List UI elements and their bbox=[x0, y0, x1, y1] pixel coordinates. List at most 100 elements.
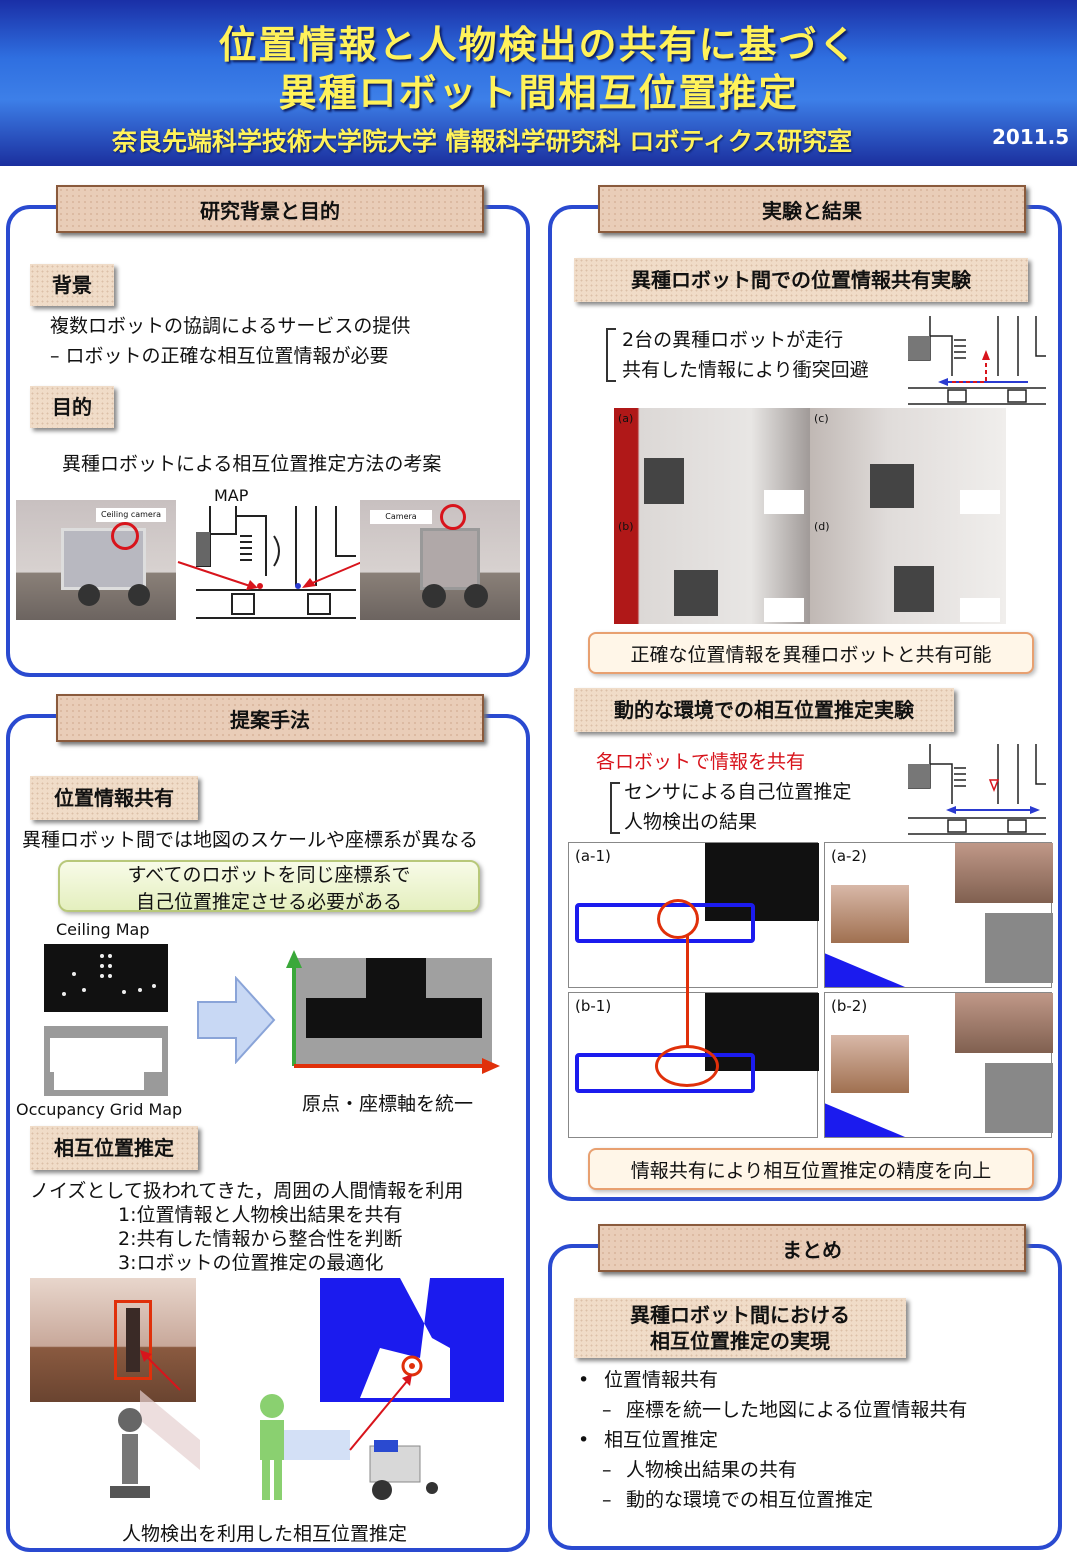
summary-sub: 異種ロボット間における 相互位置推定の実現 bbox=[574, 1298, 906, 1358]
exp1-line-1: 2台の異種ロボットが走行 bbox=[622, 329, 844, 351]
robot bbox=[644, 458, 684, 504]
exp1-label: 異種ロボット間での位置情報共有実験 bbox=[574, 258, 1028, 302]
method-header: 提案手法 bbox=[56, 694, 484, 742]
exp2-mini-map bbox=[908, 744, 1046, 835]
highlight-circle bbox=[657, 899, 699, 939]
frame-c: (c) bbox=[810, 408, 1006, 516]
panel-a2: (a-2) bbox=[824, 842, 1053, 988]
panel-b1: (b-1) bbox=[568, 992, 819, 1138]
exp2-line-1: センサによる自己位置推定 bbox=[624, 781, 852, 803]
camera-highlight-circle bbox=[111, 522, 139, 550]
axis-arrows bbox=[286, 950, 500, 1074]
figure-caption: 人物検出を利用した相互位置推定 bbox=[122, 1523, 408, 1545]
title-line-1: 位置情報と人物検出の共有に基づく bbox=[218, 23, 859, 67]
map-arrows bbox=[177, 561, 363, 590]
camera-highlight-circle bbox=[440, 504, 466, 530]
share-text: 異種ロボット間では地図のスケールや座標系が異なる bbox=[22, 829, 479, 851]
ceiling-camera-tag: Ceiling camera bbox=[96, 508, 166, 522]
panel-a1: (a-1) bbox=[568, 842, 819, 988]
summary-item-1: 位置情報共有 bbox=[604, 1369, 719, 1391]
frame-b: (b) bbox=[614, 516, 810, 624]
ceiling-camera-robot-photo: Ceiling camera bbox=[16, 500, 176, 620]
bg-line-2: – ロボットの正確な相互位置情報が必要 bbox=[50, 345, 389, 367]
robot bbox=[674, 570, 718, 616]
exp1-mini-map bbox=[908, 316, 1046, 405]
experiment-header: 実験と結果 bbox=[598, 185, 1026, 233]
frame-a-label: (a) bbox=[618, 412, 634, 425]
mini-map-inset bbox=[764, 598, 804, 622]
a2-label: (a-2) bbox=[831, 847, 867, 865]
robot-wheel bbox=[464, 584, 488, 608]
robot bbox=[870, 464, 914, 508]
note-line-2: 自己位置推定させる必要がある bbox=[135, 890, 402, 913]
ceiling-map-dots bbox=[62, 954, 156, 996]
mini-map-inset bbox=[960, 490, 1000, 514]
title-line-2: 異種ロボット間相互位置推定 bbox=[278, 71, 799, 115]
robot-wheel bbox=[78, 584, 100, 606]
occupancy-map-label: Occupancy Grid Map bbox=[16, 1100, 183, 1119]
robot-body bbox=[420, 528, 480, 590]
coordinate-note-box: すべてのロボットを同じ座標系で 自己位置推定させる必要がある bbox=[58, 860, 480, 913]
b1-label: (b-1) bbox=[575, 997, 612, 1015]
robot-wheel bbox=[422, 584, 446, 608]
exp2-line-2: 人物検出の結果 bbox=[624, 811, 758, 833]
ceiling-map-image bbox=[44, 944, 168, 1012]
camera-inset bbox=[831, 885, 909, 943]
bracket bbox=[610, 782, 620, 834]
summary-dash: – bbox=[602, 1399, 612, 1421]
bg-line-1: 複数ロボットの協調によるサービスの提供 bbox=[50, 315, 411, 337]
frame-b-label: (b) bbox=[618, 520, 634, 533]
exp1-result: 正確な位置情報を異種ロボットと共有可能 bbox=[588, 632, 1034, 674]
exp2-red-text: 各ロボットで情報を共有 bbox=[596, 751, 806, 773]
exp2-result: 情報共有により相互位置推定の精度を向上 bbox=[588, 1148, 1034, 1190]
mutual-label: 相互位置推定 bbox=[30, 1126, 198, 1170]
unify-caption: 原点・座標軸を統一 bbox=[302, 1093, 474, 1115]
map-region bbox=[985, 913, 1053, 983]
summary-bullet-2: • bbox=[578, 1429, 590, 1451]
summary-dash: – bbox=[602, 1459, 612, 1481]
exp1-line-2: 共有した情報により衝突回避 bbox=[622, 359, 869, 381]
transform-arrow-icon bbox=[197, 976, 276, 1064]
note-line-1: すべてのロボットを同じ座標系で bbox=[127, 864, 411, 886]
b2-label: (b-2) bbox=[831, 997, 868, 1015]
share-label: 位置情報共有 bbox=[30, 776, 198, 820]
summary-item-2-sub-2: 動的な環境での相互位置推定 bbox=[626, 1489, 874, 1511]
bracket bbox=[606, 328, 616, 382]
panel-b2: (b-2) bbox=[824, 992, 1053, 1138]
summary-item-1-sub: 座標を統一した地図による位置情報共有 bbox=[626, 1399, 968, 1421]
summary-header: まとめ bbox=[598, 1224, 1026, 1272]
connector-line bbox=[686, 936, 689, 1046]
map-region bbox=[985, 1063, 1053, 1133]
camera-inset bbox=[955, 843, 1053, 903]
summary-bullet-1: • bbox=[578, 1369, 590, 1391]
robot bbox=[894, 566, 934, 612]
frame-a: (a) bbox=[614, 408, 810, 516]
occupancy-map-image bbox=[44, 1026, 168, 1096]
highlight-circle bbox=[655, 1045, 719, 1087]
purpose-text: 異種ロボットによる相互位置推定方法の考案 bbox=[62, 453, 442, 475]
robot-wheel bbox=[128, 584, 150, 606]
affiliation: 奈良先端科学技術大学院大学 情報科学研究科 ロボティクス研究室 bbox=[112, 127, 853, 156]
ceiling-map-label: Ceiling Map bbox=[56, 920, 150, 939]
summary-dash: – bbox=[602, 1489, 612, 1511]
map-label: MAP bbox=[214, 486, 249, 505]
summary-sub-line-1: 異種ロボット間における bbox=[630, 1303, 850, 1327]
mini-map-inset bbox=[764, 490, 804, 514]
bg-label: 背景 bbox=[30, 264, 114, 306]
occupancy-free-space bbox=[54, 1066, 144, 1090]
frame-c-label: (c) bbox=[814, 412, 829, 425]
summary-sub-line-2: 相互位置推定の実現 bbox=[650, 1329, 830, 1353]
frame-d: (d) bbox=[810, 516, 1006, 624]
camera-robot-photo: Camera bbox=[360, 500, 520, 620]
exp2-label: 動的な環境での相互位置推定実験 bbox=[574, 688, 954, 732]
summary-item-2-sub-1: 人物検出結果の共有 bbox=[626, 1459, 798, 1481]
frame-d-label: (d) bbox=[814, 520, 830, 533]
mutual-estimation-diagram bbox=[110, 1350, 438, 1500]
purpose-label: 目的 bbox=[30, 386, 114, 428]
camera-inset bbox=[955, 993, 1053, 1053]
step-3: 3:ロボットの位置推定の最適化 bbox=[118, 1252, 384, 1274]
a1-label: (a-1) bbox=[575, 847, 611, 865]
date: 2011.5 bbox=[992, 125, 1070, 149]
background-header: 研究背景と目的 bbox=[56, 185, 484, 233]
mini-map-inset bbox=[960, 598, 1000, 622]
